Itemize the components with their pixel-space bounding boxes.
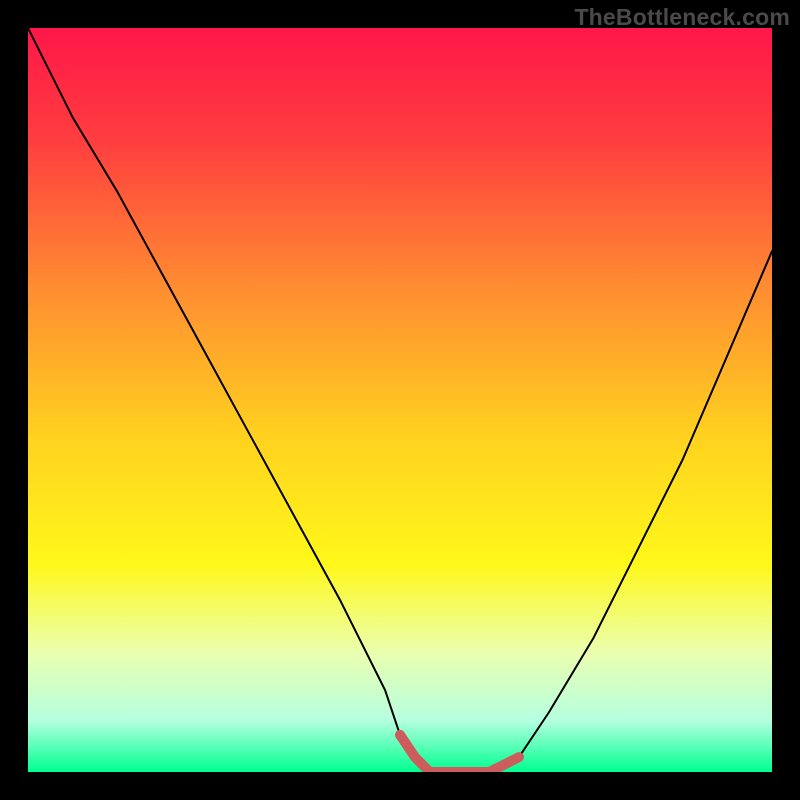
chart-background-gradient	[28, 28, 772, 772]
chart-svg	[28, 28, 772, 772]
watermark-text: TheBottleneck.com	[574, 4, 790, 31]
chart-plot-area	[28, 28, 772, 772]
chart-frame: TheBottleneck.com	[0, 0, 800, 800]
